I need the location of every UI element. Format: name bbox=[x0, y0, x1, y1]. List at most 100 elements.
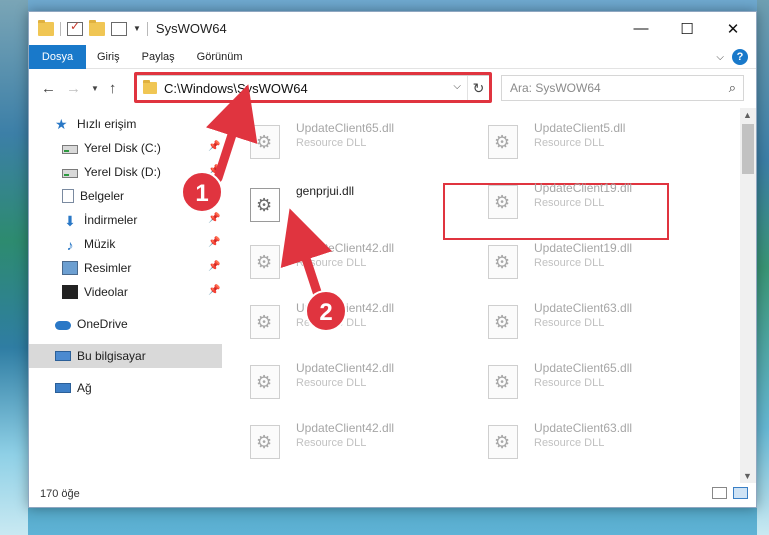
navigation-pane: ★ Hızlı erişim Yerel Disk (C:) 📌 Yerel D… bbox=[29, 108, 224, 483]
file-name: UpdateClient42.dll bbox=[296, 421, 395, 435]
videos-icon bbox=[62, 285, 78, 299]
nav-item-videos[interactable]: Videolar 📌 bbox=[29, 280, 222, 304]
minimize-button[interactable]: — bbox=[618, 12, 664, 45]
search-icon[interactable]: ⌕ bbox=[729, 80, 736, 96]
file-name: UpdateClient19.dll bbox=[534, 181, 633, 195]
nav-item-label: OneDrive bbox=[77, 317, 128, 331]
nav-item-this-pc[interactable]: Bu bilgisayar bbox=[29, 344, 222, 368]
address-row: ← → ▼ ↑ C:\Windows\SysWOW64 ⌵ ↻ Ara: Sys… bbox=[29, 69, 756, 107]
details-view-icon[interactable] bbox=[712, 487, 727, 499]
file-item[interactable]: UpdateClient65.dll Resource DLL bbox=[224, 111, 434, 161]
chevron-down-icon[interactable]: ▼ bbox=[133, 24, 141, 33]
download-icon: ⬇ bbox=[64, 213, 76, 229]
file-name: genprjui.dll bbox=[296, 184, 355, 198]
file-item[interactable]: UpdateClient5.dll Resource DLL bbox=[462, 111, 672, 161]
scroll-down-arrow-icon[interactable]: ▼ bbox=[743, 471, 752, 481]
title-bar: ▼ SysWOW64 — ☐ ✕ bbox=[29, 12, 756, 45]
customize-icon[interactable] bbox=[111, 21, 127, 36]
folder-icon[interactable] bbox=[38, 19, 54, 36]
pin-icon[interactable]: 📌 bbox=[208, 285, 220, 296]
drive-icon bbox=[62, 145, 78, 154]
cloud-icon bbox=[55, 321, 71, 330]
file-item[interactable]: UpdateClient42.dll Resource DLL bbox=[224, 351, 434, 401]
file-name: UpdateClient65.dll bbox=[296, 121, 395, 135]
scroll-up-arrow-icon[interactable]: ▲ bbox=[743, 110, 752, 120]
file-name: UpdateClient42.dll bbox=[296, 241, 395, 255]
tab-giris[interactable]: Giriş bbox=[86, 45, 131, 69]
dll-file-icon bbox=[488, 185, 518, 219]
file-list: UpdateClient65.dll Resource DLL UpdateCl… bbox=[224, 108, 740, 483]
up-arrow-icon[interactable]: ↑ bbox=[109, 80, 117, 97]
close-button[interactable]: ✕ bbox=[710, 12, 756, 45]
file-item[interactable]: UpdateClient19.dll Resource DLL bbox=[462, 231, 672, 281]
file-type: Resource DLL bbox=[534, 257, 605, 269]
maximize-button[interactable]: ☐ bbox=[664, 12, 710, 45]
new-folder-icon[interactable] bbox=[89, 19, 105, 36]
forward-arrow-icon[interactable]: → bbox=[66, 80, 81, 97]
file-item[interactable]: UpdateClient65.dll Resource DLL bbox=[462, 351, 672, 401]
search-placeholder: Ara: SysWOW64 bbox=[510, 81, 601, 95]
nav-item-label: Bu bilgisayar bbox=[77, 349, 146, 363]
pictures-icon bbox=[62, 261, 78, 275]
nav-item-label: İndirmeler bbox=[84, 213, 138, 227]
file-name: UpdateClient42.dll bbox=[296, 361, 395, 375]
nav-item-label: Müzik bbox=[84, 237, 116, 251]
nav-item-label: Resimler bbox=[84, 261, 132, 275]
file-name: UpdateClient63.dll bbox=[534, 421, 633, 435]
pin-icon[interactable]: 📌 bbox=[208, 237, 220, 248]
dll-file-icon bbox=[250, 305, 280, 339]
search-input[interactable]: Ara: SysWOW64 ⌕ bbox=[501, 75, 744, 101]
desktop-background-right bbox=[757, 0, 769, 535]
file-type: Resource DLL bbox=[534, 437, 605, 449]
dll-file-icon bbox=[250, 365, 280, 399]
pin-icon[interactable]: 📌 bbox=[208, 141, 220, 152]
nav-item-label: Belgeler bbox=[80, 189, 125, 203]
nav-item-label: Yerel Disk (C:) bbox=[84, 141, 161, 155]
file-item[interactable]: UpdateClient63.dll Resource DLL bbox=[462, 411, 672, 461]
nav-item-network[interactable]: Ağ bbox=[29, 376, 222, 400]
dll-file-icon bbox=[250, 125, 280, 159]
file-type: Resource DLL bbox=[534, 197, 605, 209]
nav-item-label: Yerel Disk (D:) bbox=[84, 165, 161, 179]
file-item[interactable]: UpdateClient42.dll Resource DLL bbox=[224, 411, 434, 461]
nav-item-downloads[interactable]: ⬇ İndirmeler 📌 bbox=[29, 208, 222, 232]
file-item-genprjui[interactable]: genprjui.dll bbox=[224, 174, 434, 224]
documents-icon bbox=[62, 189, 74, 203]
explorer-window: ▼ SysWOW64 — ☐ ✕ Dosya Giriş Paylaş Görü… bbox=[28, 11, 757, 508]
window-controls: — ☐ ✕ bbox=[618, 12, 756, 45]
file-item[interactable]: UpdateClient63.dll Resource DLL bbox=[462, 291, 672, 341]
nav-item-quick-access[interactable]: ★ Hızlı erişim bbox=[29, 112, 222, 136]
file-item[interactable]: UpdateClient19.dll Resource DLL bbox=[462, 171, 672, 221]
file-name: UpdateClient5.dll bbox=[534, 121, 626, 135]
nav-item-disk-c[interactable]: Yerel Disk (C:) 📌 bbox=[29, 136, 222, 160]
main-content: ★ Hızlı erişim Yerel Disk (C:) 📌 Yerel D… bbox=[29, 108, 756, 483]
vertical-scrollbar[interactable]: ▲ ▼ bbox=[740, 108, 756, 483]
view-toggles bbox=[712, 487, 748, 499]
nav-item-pictures[interactable]: Resimler 📌 bbox=[29, 256, 222, 280]
dll-file-icon bbox=[250, 425, 280, 459]
pin-icon[interactable]: 📌 bbox=[208, 213, 220, 224]
toolbar-divider bbox=[146, 21, 148, 36]
nav-item-music[interactable]: ♪ Müzik 📌 bbox=[29, 232, 222, 256]
dll-file-icon bbox=[250, 188, 280, 222]
step-badge-2: 2 bbox=[305, 290, 347, 332]
file-type: Resource DLL bbox=[296, 137, 367, 149]
tab-dosya[interactable]: Dosya bbox=[29, 44, 86, 69]
desktop-background-left bbox=[0, 0, 28, 535]
tab-paylas[interactable]: Paylaş bbox=[131, 45, 186, 69]
large-icons-view-icon[interactable] bbox=[733, 487, 748, 499]
file-type: Resource DLL bbox=[296, 437, 367, 449]
ribbon-tabs: Dosya Giriş Paylaş Görünüm ⌵ ? bbox=[29, 44, 756, 69]
nav-item-onedrive[interactable]: OneDrive bbox=[29, 312, 222, 336]
scrollbar-thumb[interactable] bbox=[742, 124, 754, 174]
help-icon[interactable]: ? bbox=[732, 49, 748, 65]
recent-locations-chevron-icon[interactable]: ▼ bbox=[91, 84, 99, 93]
navigation-buttons: ← → ▼ ↑ bbox=[29, 80, 116, 97]
tab-gorunum[interactable]: Görünüm bbox=[186, 45, 254, 69]
pin-icon[interactable]: 📌 bbox=[208, 261, 220, 272]
expand-ribbon-chevron-icon[interactable]: ⌵ bbox=[716, 52, 724, 63]
back-arrow-icon[interactable]: ← bbox=[41, 80, 56, 97]
properties-check-icon[interactable] bbox=[67, 19, 83, 36]
nav-item-label: Videolar bbox=[84, 285, 128, 299]
file-item[interactable]: UpdateClient42.dll Resource DLL bbox=[224, 231, 434, 281]
